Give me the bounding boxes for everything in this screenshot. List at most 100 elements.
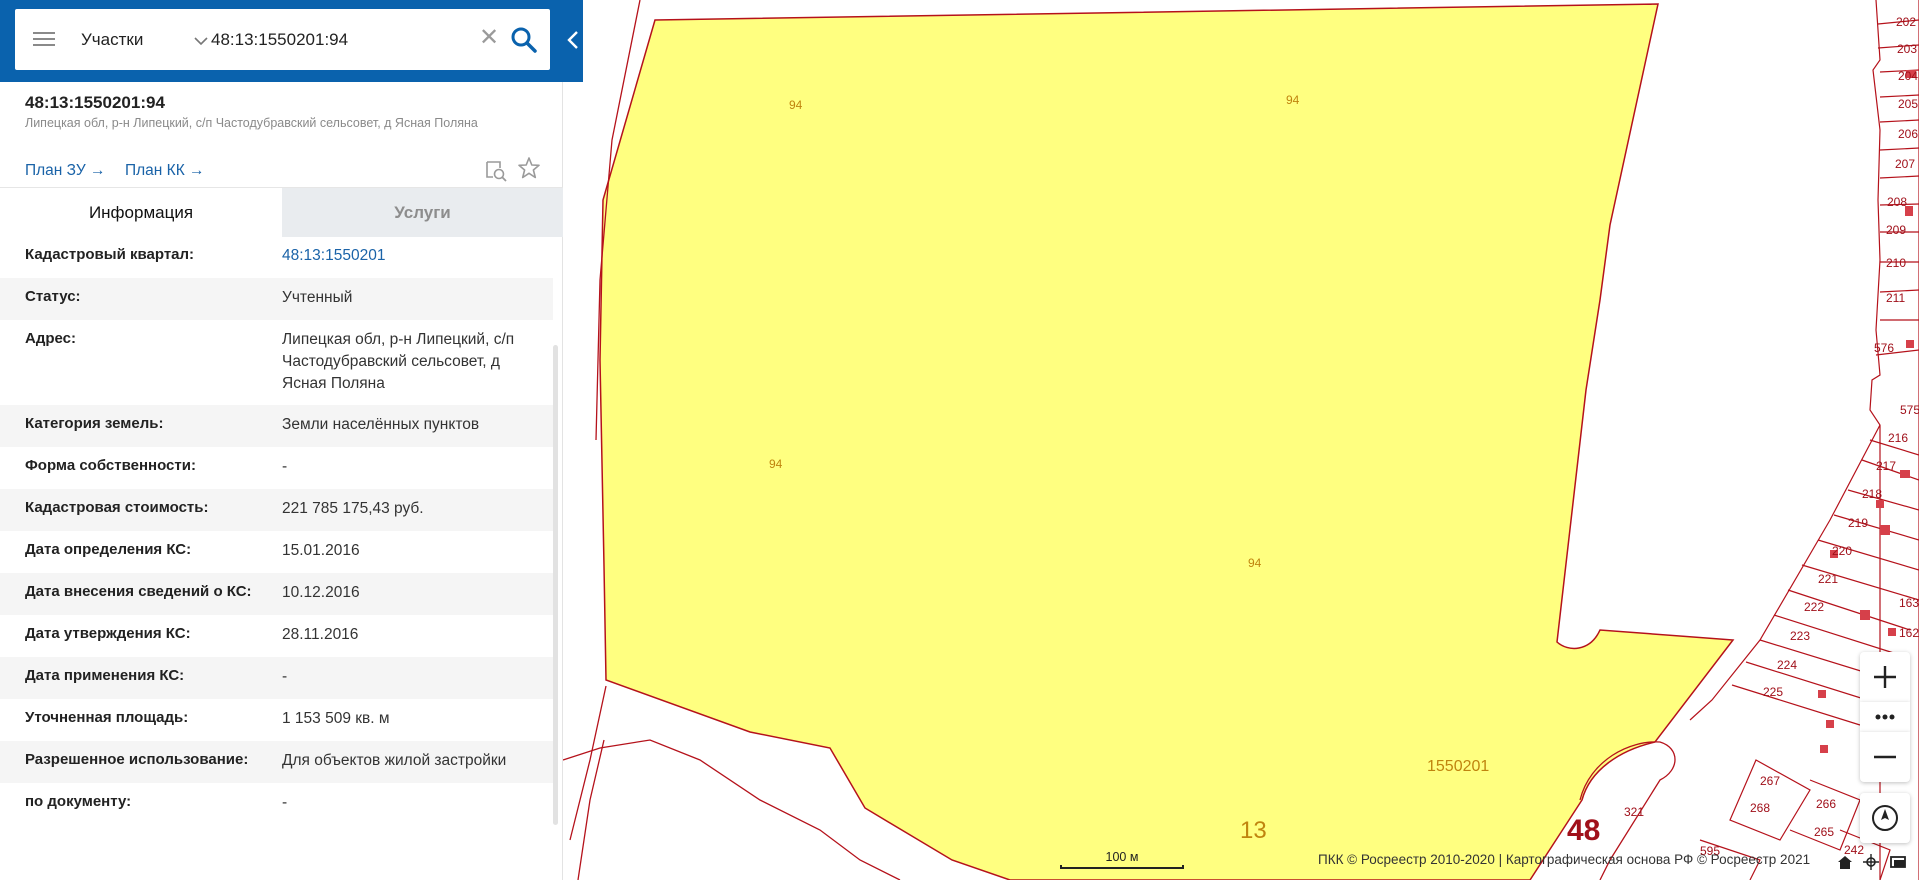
- info-label: по документу:: [25, 793, 132, 810]
- neighbour-label: 162: [1899, 626, 1919, 640]
- neighbour-label: 266: [1816, 797, 1836, 811]
- info-value: Земли населённых пунктов: [282, 416, 480, 433]
- menu-icon[interactable]: [33, 30, 55, 48]
- neighbour-label: 163: [1899, 596, 1919, 610]
- plus-icon: [1874, 666, 1896, 688]
- info-label: Кадастровый квартал:: [25, 246, 195, 263]
- info-label: Статус:: [25, 288, 81, 305]
- tab-info[interactable]: Информация: [0, 188, 282, 237]
- info-value: -: [282, 458, 288, 475]
- info-value: -: [282, 668, 288, 685]
- locate-icon[interactable]: [1863, 854, 1879, 870]
- region-label: 48: [1567, 814, 1600, 847]
- parcel-label: 94: [769, 457, 783, 471]
- plan-zu-link[interactable]: План ЗУ →: [25, 162, 106, 180]
- neighbour-label: 220: [1832, 544, 1852, 558]
- arrow-right-icon: →: [189, 162, 205, 179]
- arrow-right-icon: →: [90, 162, 106, 179]
- info-panel: Участки ✕ 48:13:1550201:94 Липецкая обл,…: [0, 0, 583, 880]
- info-row: по документу: -: [0, 783, 553, 825]
- neighbour-label: 267: [1760, 774, 1780, 788]
- info-label: Дата внесения сведений о КС:: [25, 583, 252, 600]
- info-row: Кадастровая стоимость: 221 785 175,43 ру…: [0, 489, 553, 531]
- info-row: Уточненная площадь: 1 153 509 кв. м: [0, 699, 553, 741]
- info-row: Кадастровый квартал: 48:13:1550201: [0, 236, 553, 278]
- layers-icon[interactable]: [1890, 856, 1906, 868]
- collapse-panel-button[interactable]: [563, 0, 583, 82]
- info-row: Категория земель: Земли населённых пункт…: [0, 405, 553, 447]
- more-tools-button[interactable]: [1860, 702, 1910, 732]
- neighbour-label: 219: [1848, 516, 1868, 530]
- info-label: Категория земель:: [25, 415, 164, 432]
- tab-services[interactable]: Услуги: [282, 188, 563, 237]
- info-value: 15.01.2016: [282, 542, 360, 559]
- scale-label: 100 м: [1105, 850, 1139, 864]
- neighbour-label: 225: [1763, 685, 1783, 699]
- info-label: Дата применения КС:: [25, 667, 185, 684]
- tabs: Информация Услуги: [0, 187, 563, 237]
- info-value: 10.12.2016: [282, 584, 360, 601]
- object-type-select[interactable]: Участки: [81, 27, 208, 54]
- info-label: Уточненная площадь:: [25, 709, 189, 726]
- search-input[interactable]: [211, 25, 471, 55]
- zoom-in-button[interactable]: [1860, 652, 1910, 702]
- zoom-to-object-icon[interactable]: [484, 159, 508, 183]
- info-value: 1 153 509 кв. м: [282, 710, 390, 727]
- object-title: 48:13:1550201:94: [25, 93, 165, 112]
- info-label: Адрес:: [25, 330, 76, 347]
- neighbour-label: 321: [1624, 805, 1644, 819]
- object-type-label: Участки: [81, 30, 144, 49]
- search-icon[interactable]: [509, 25, 539, 55]
- info-value: Для объектов жилой застройки: [282, 752, 507, 769]
- info-row: Разрешенное использование: Для объектов …: [0, 741, 553, 783]
- search-bar: Участки ✕: [0, 0, 583, 82]
- neighbour-label: 223: [1790, 629, 1810, 643]
- neighbour-label: 204: [1898, 69, 1918, 83]
- minus-icon: [1874, 755, 1896, 759]
- star-icon[interactable]: [517, 156, 541, 180]
- info-row: Статус: Учтенный: [0, 278, 553, 320]
- search-box: Участки ✕: [15, 9, 550, 70]
- home-icon[interactable]: [1838, 856, 1852, 869]
- info-label: Разрешенное использование:: [25, 751, 249, 768]
- neighbour-label: 209: [1886, 223, 1906, 237]
- neighbour-label: 221: [1818, 572, 1838, 586]
- info-table: Кадастровый квартал: 48:13:1550201 Стату…: [0, 236, 553, 825]
- more-icon: [1875, 714, 1895, 720]
- neighbour-label: 575: [1900, 403, 1919, 417]
- app: 94 94 94 94 1550201 13 48 202 203 204 20…: [0, 0, 1919, 880]
- neighbour-label: 206: [1898, 127, 1918, 141]
- info-value: Липецкая обл, р-н Липецкий, с/п Частодуб…: [282, 331, 515, 392]
- neighbour-label: 207: [1895, 157, 1915, 171]
- chevron-down-icon: [194, 28, 208, 54]
- info-row: Адрес: Липецкая обл, р-н Липецкий, с/п Ч…: [0, 320, 553, 405]
- panel-scrollbar[interactable]: [553, 345, 558, 825]
- neighbour-label: 218: [1862, 487, 1882, 501]
- info-label: Дата утверждения КС:: [25, 625, 191, 642]
- info-value: -: [282, 794, 288, 811]
- info-row: Дата внесения сведений о КС: 10.12.2016: [0, 573, 553, 615]
- zoom-out-button[interactable]: [1860, 732, 1910, 782]
- compass-icon: [1872, 805, 1898, 831]
- plan-zu-label: План ЗУ: [25, 162, 86, 179]
- neighbour-label: 203: [1897, 42, 1917, 56]
- info-row: Дата применения КС: -: [0, 657, 553, 699]
- info-label: Кадастровая стоимость:: [25, 499, 209, 516]
- neighbour-label: 217: [1876, 459, 1896, 473]
- plan-kk-label: План КК: [125, 162, 185, 179]
- info-row: Дата утверждения КС: 28.11.2016: [0, 615, 553, 657]
- info-label: Форма собственности:: [25, 457, 196, 474]
- neighbour-label: 211: [1886, 291, 1905, 305]
- scale-bar: [1060, 865, 1184, 869]
- neighbour-label: 208: [1887, 195, 1907, 209]
- info-value: 221 785 175,43 руб.: [282, 500, 424, 517]
- parcel-94[interactable]: [599, 3, 1735, 880]
- neighbour-label: 268: [1750, 801, 1770, 815]
- parcel-label: 94: [1248, 556, 1262, 570]
- district-label: 13: [1240, 817, 1267, 844]
- close-icon[interactable]: ✕: [477, 26, 501, 52]
- plan-kk-link[interactable]: План КК →: [125, 162, 205, 180]
- cadastral-quarter-link[interactable]: 48:13:1550201: [282, 245, 385, 267]
- neighbour-label: 216: [1888, 431, 1908, 445]
- compass-button[interactable]: [1860, 793, 1910, 843]
